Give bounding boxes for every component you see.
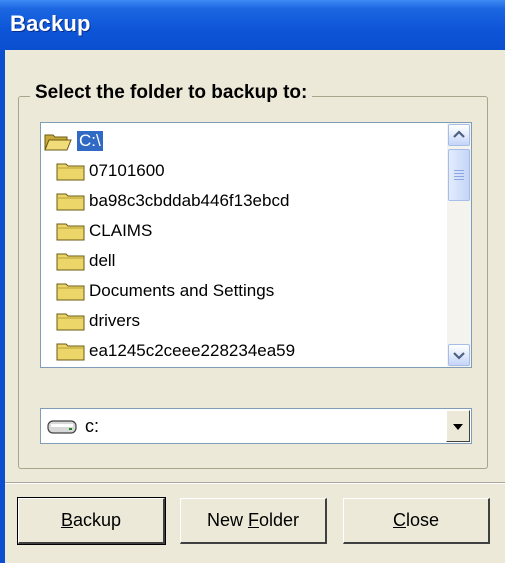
folder-label: Documents and Settings [89,281,275,300]
scroll-up-button[interactable] [448,124,470,146]
new-folder-label-prefix: New [206,510,248,530]
vertical-scrollbar[interactable] [447,123,471,367]
title-bar[interactable]: Backup [0,0,505,50]
open-folder-icon [43,130,75,152]
group-label: Select the folder to backup to: [30,82,313,104]
folder-item[interactable]: ea1245c2ceee228234ea59 [41,336,449,366]
folder-item[interactable]: 07101600 [41,156,449,186]
folder-label: dell [89,251,116,270]
folder-icon [55,190,87,212]
folder-icon [55,340,87,362]
backup-mnemonic: B [60,510,73,530]
folder-item-root[interactable]: C:\ [41,126,449,156]
window-title: Backup [10,11,91,36]
new-folder-button[interactable]: New Folder [180,498,327,544]
folder-icon [55,280,87,302]
drive-dropdown-button[interactable] [446,410,470,442]
folder-item[interactable]: Documents and Settings [41,276,449,306]
folder-label: 07101600 [89,161,165,180]
folder-item[interactable]: dell [41,246,449,276]
folder-item[interactable]: drivers [41,306,449,336]
folder-icon [55,250,87,272]
divider-highlight [5,483,505,484]
window-frame [0,50,5,563]
folder-label: C:\ [77,131,103,151]
folder-label: ea1245c2ceee228234ea59 [89,341,296,360]
folder-label: CLAIMS [89,221,153,240]
folder-item[interactable]: ba98c3cbddab446f13ebcd [41,186,449,216]
folder-icon [55,160,87,182]
chevron-down-icon [453,424,463,430]
folder-icon [55,220,87,242]
backup-button[interactable]: Backup [17,497,166,545]
folder-tree[interactable]: C:\ 07101600 ba98c3cbddab446f13ebcd CLAI… [40,122,472,368]
new-folder-mnemonic: F [247,510,259,530]
folder-item[interactable]: CLAIMS [41,216,449,246]
drive-select[interactable]: c: [40,408,472,444]
close-label: lose [405,510,440,530]
scroll-down-button[interactable] [448,344,470,366]
scroll-thumb[interactable] [448,149,470,201]
folder-icon [55,310,87,332]
chevron-up-icon [453,130,465,138]
close-mnemonic: C [392,510,406,530]
drive-icon [47,418,79,441]
chevron-down-icon [453,352,465,360]
folder-label: ba98c3cbddab446f13ebcd [89,191,290,210]
drive-value: c: [85,416,100,436]
new-folder-label: older [258,510,300,530]
close-button[interactable]: Close [343,498,490,544]
folder-label: drivers [89,311,141,330]
backup-label: ackup [72,510,122,530]
